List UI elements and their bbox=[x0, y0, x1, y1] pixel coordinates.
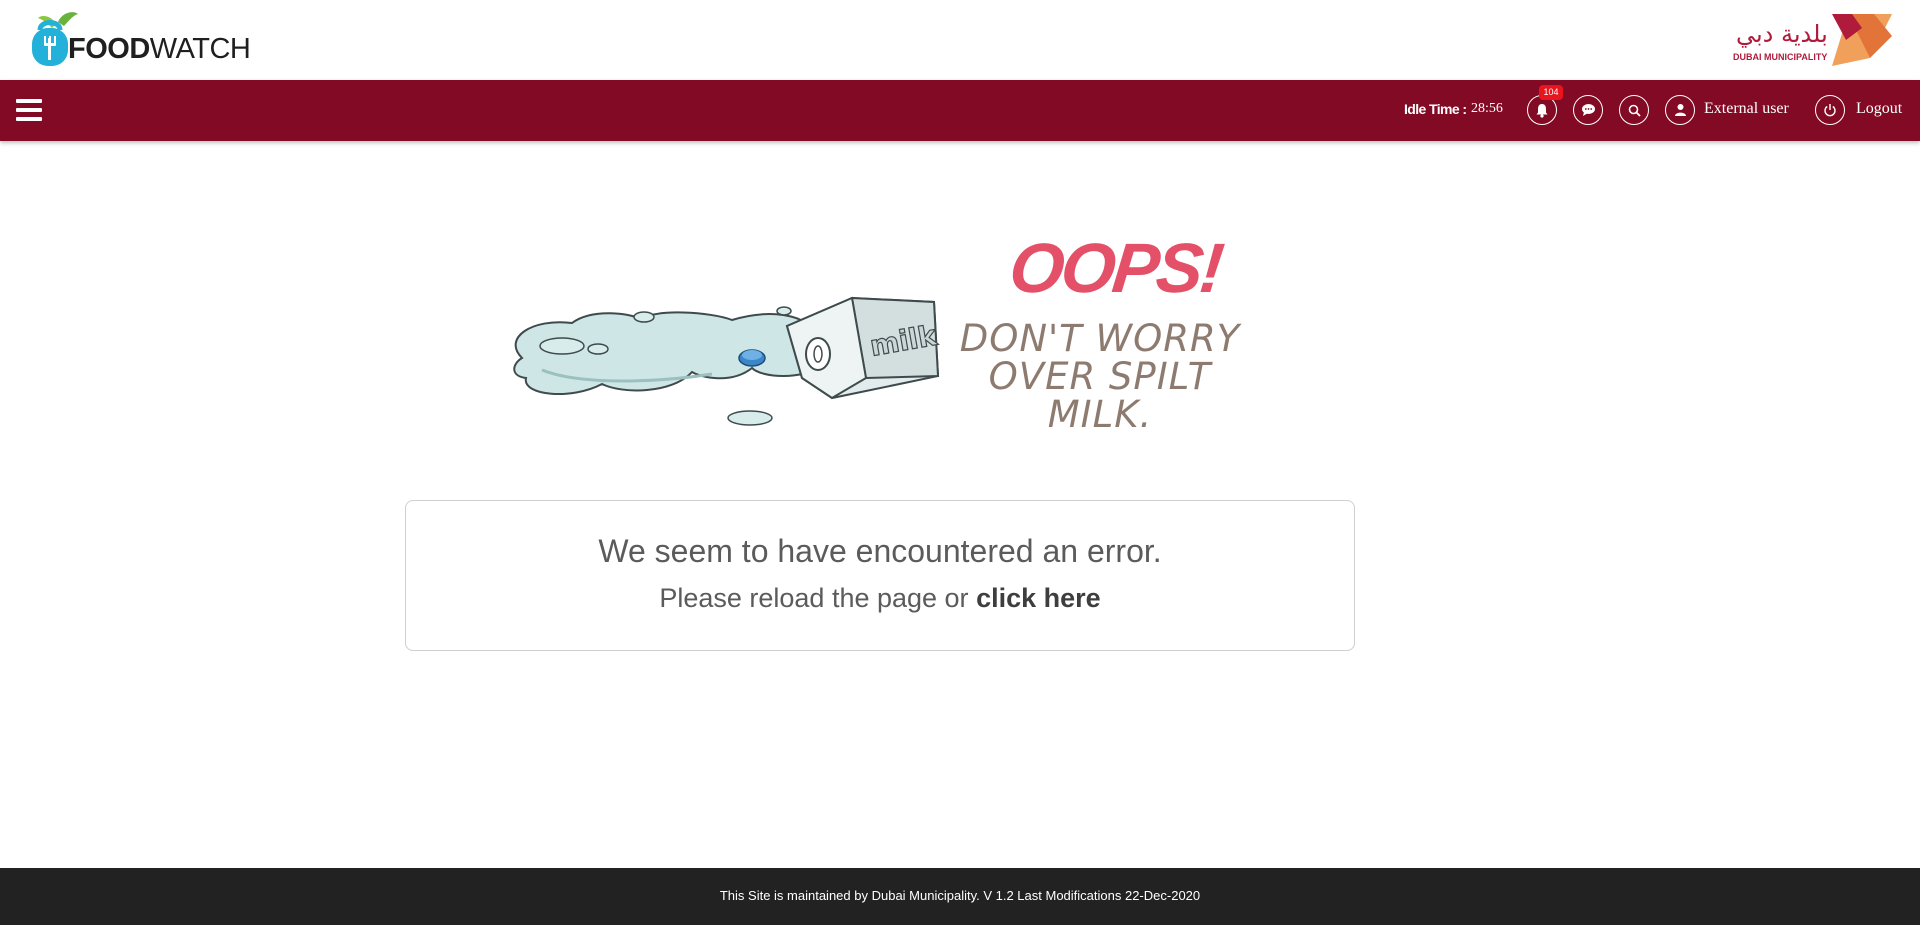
bell-icon bbox=[1536, 103, 1548, 118]
chat-icon bbox=[1581, 104, 1595, 116]
top-navigation: Idle Time : 28:56 104 External user Logo… bbox=[0, 80, 1920, 141]
error-title: We seem to have encountered an error. bbox=[598, 533, 1162, 569]
click-here-link[interactable]: click here bbox=[976, 583, 1101, 613]
dm-arabic-name: بلدية دبي bbox=[1736, 20, 1828, 48]
error-message-box: We seem to have encountered an error. Pl… bbox=[405, 500, 1355, 651]
messages-button[interactable] bbox=[1573, 95, 1603, 125]
foodwatch-wordmark: FOODWATCH bbox=[68, 33, 251, 66]
menu-icon[interactable] bbox=[16, 99, 42, 121]
idle-time-label: Idle Time : bbox=[1404, 101, 1467, 117]
user-name-link[interactable]: External user bbox=[1704, 100, 1789, 118]
user-icon bbox=[1674, 104, 1686, 116]
footer-maintenance-text: This Site is maintained by Dubai Municip… bbox=[719, 888, 1201, 903]
logout-button[interactable] bbox=[1815, 95, 1845, 125]
reload-instruction: Please reload the page or bbox=[659, 583, 969, 613]
error-reload-line: Please reload the page or click here bbox=[406, 583, 1354, 614]
wordmark-light: WATCH bbox=[149, 33, 251, 65]
power-icon bbox=[1824, 104, 1836, 117]
oops-headline: OOPS! bbox=[1005, 229, 1225, 307]
dm-english-name: DUBAI MUNICIPALITY bbox=[1733, 52, 1828, 62]
tagline: DON'T WORRY OVER SPILT MILK. bbox=[940, 320, 1260, 434]
tagline-line-2: OVER SPILT MILK. bbox=[988, 355, 1212, 436]
brand-bar: FOODWATCH بلدية دبي DUBAI MUNICIPALITY bbox=[0, 0, 1920, 80]
user-profile-button[interactable] bbox=[1665, 95, 1695, 125]
search-button[interactable] bbox=[1619, 95, 1649, 125]
tagline-line-1: DON'T WORRY bbox=[959, 317, 1241, 360]
search-icon bbox=[1628, 104, 1641, 117]
wordmark-bold: FOOD bbox=[68, 33, 150, 65]
notification-count-badge: 104 bbox=[1539, 85, 1563, 100]
logout-link[interactable]: Logout bbox=[1856, 100, 1902, 118]
idle-time-value: 28:56 bbox=[1471, 101, 1503, 116]
site-footer: This Site is maintained by Dubai Municip… bbox=[0, 868, 1920, 925]
